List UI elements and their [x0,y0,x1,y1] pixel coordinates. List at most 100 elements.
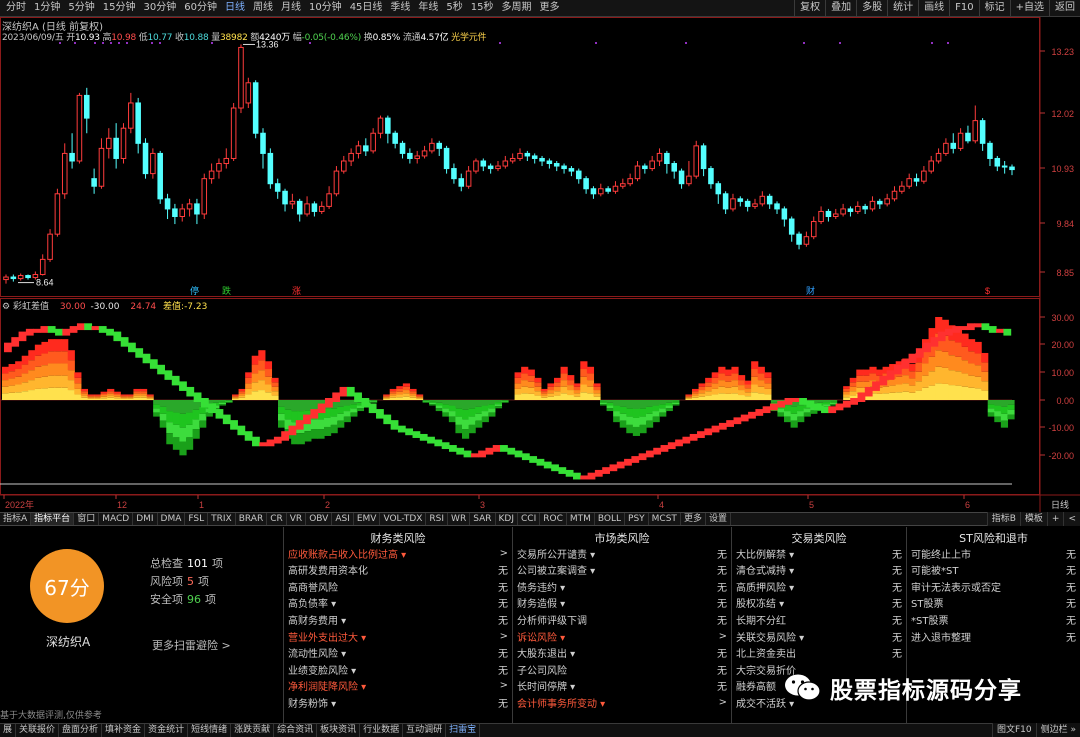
status-tab[interactable]: 行业数据 [360,724,404,737]
risk-item[interactable]: 高质押风险 ▾ 无 [736,578,902,594]
indicator-tab[interactable]: WR [448,513,471,525]
tool-button[interactable]: 返回 [1049,0,1080,16]
tool-button[interactable]: 复权 [794,0,825,16]
risk-item[interactable]: 诉讼风险 ▾ > [517,628,727,644]
period-tab[interactable]: 日线 [221,0,249,16]
indicator-tab[interactable]: VOL-TDX [380,513,427,525]
indicator-tab[interactable]: 指标平台 [31,513,75,525]
status-tab[interactable]: 短线情绪 [188,724,232,737]
status-tab[interactable]: 扫雷宝 [446,724,481,737]
risk-item[interactable]: 审计无法表示或否定 无 [911,578,1076,594]
risk-item[interactable]: 高财务费用 ▾ 无 [288,611,508,627]
indicator-right-button[interactable]: 指标B [986,512,1020,526]
period-tab[interactable]: 月线 [277,0,305,16]
risk-item[interactable]: ST股票 无 [911,595,1076,611]
risk-item[interactable]: 高研发费用资本化 无 [288,562,508,578]
period-tab[interactable]: 45日线 [346,0,387,16]
tool-button[interactable]: F10 [949,0,978,16]
risk-item[interactable]: 业绩变脸风险 ▾ 无 [288,661,508,677]
indicator-tab[interactable]: 更多 [681,513,706,525]
indicator-tab[interactable]: TRIX [208,513,236,525]
indicator-tab[interactable]: EMV [354,513,381,525]
status-right-button[interactable]: 图文F10 [991,723,1036,737]
risk-item[interactable]: 财务粉饰 ▾ 无 [288,694,508,710]
risk-item[interactable]: 应收账款占收入比例过高 ▾ > [288,545,508,561]
period-tab[interactable]: 5分钟 [64,0,98,16]
tool-button[interactable]: 画线 [918,0,949,16]
indicator-tab[interactable]: OBV [306,513,333,525]
risk-item[interactable]: 长期不分红 无 [736,611,902,627]
status-tab[interactable]: 填补资金 [102,724,146,737]
status-tab[interactable]: 涨跌贡献 [231,724,275,737]
period-tab[interactable]: 10分钟 [305,0,346,16]
status-tab[interactable]: 综合资讯 [274,724,318,737]
indicator-tab[interactable]: KDJ [496,513,518,525]
period-tab[interactable]: 1分钟 [30,0,64,16]
status-right-button[interactable]: 侧边栏 » [1035,723,1080,737]
indicator-tab[interactable]: PSY [625,513,649,525]
indicator-tab[interactable]: CCI [518,513,541,525]
indicator-tab[interactable]: RSI [426,513,449,525]
risk-item[interactable]: 关联交易风险 ▾ 无 [736,628,902,644]
indicator-right-button[interactable]: + [1046,512,1064,526]
risk-item[interactable]: 会计师事务所变动 ▾ > [517,694,727,710]
status-tab[interactable]: 互动调研 [403,724,447,737]
status-tab[interactable]: 展 [0,724,17,737]
risk-item[interactable]: 可能终止上市 无 [911,545,1076,561]
indicator-right-button[interactable]: 模板 [1019,512,1047,526]
indicator-tab[interactable]: FSL [185,513,209,525]
risk-item[interactable]: 子公司风险 无 [517,661,727,677]
risk-item[interactable]: 公司被立案调查 ▾ 无 [517,562,727,578]
tool-button[interactable]: 多股 [856,0,887,16]
risk-item[interactable]: *ST股票 无 [911,611,1076,627]
risk-item[interactable]: 营业外支出过大 ▾ > [288,628,508,644]
period-tab[interactable]: 15分钟 [99,0,140,16]
status-tab[interactable]: 板块资讯 [317,724,361,737]
indicator-right-button[interactable]: < [1063,512,1080,526]
risk-item[interactable]: 流动性风险 ▾ 无 [288,645,508,661]
period-tab[interactable]: 分时 [2,0,30,16]
quote-concept[interactable]: 光学元件 [451,33,486,43]
risk-item[interactable]: 高商誉风险 无 [288,578,508,594]
indicator-tab[interactable]: BOLL [595,513,626,525]
risk-item[interactable]: 高负债率 ▾ 无 [288,595,508,611]
tool-button[interactable]: 标记 [978,0,1010,16]
period-tab[interactable]: 5秒 [442,0,466,16]
status-tab[interactable]: 关联报价 [16,724,60,737]
indicator-tab[interactable]: 设置 [706,513,731,525]
risk-item[interactable]: 大股东退出 ▾ 无 [517,645,727,661]
risk-item[interactable]: 北上资金卖出 无 [736,645,902,661]
risk-item[interactable]: 分析师评级下调 无 [517,611,727,627]
period-tab[interactable]: 周线 [249,0,277,16]
risk-item[interactable]: 债务违约 ▾ 无 [517,578,727,594]
period-tab[interactable]: 多周期 [498,0,536,16]
period-tab[interactable]: 60分钟 [180,0,221,16]
risk-item[interactable]: 股权冻结 ▾ 无 [736,595,902,611]
indicator-tab[interactable]: MCST [649,513,681,525]
indicator-tab[interactable]: DMA [158,513,186,525]
tool-button[interactable]: 统计 [887,0,918,16]
risk-item[interactable]: 清仓式减持 ▾ 无 [736,562,902,578]
chart-area[interactable]: 13.23 12.02 10.93 9.84 8.85 13.36 8.64 停跌涨财 $30.… [0,17,1080,512]
risk-item[interactable]: 财务造假 ▾ 无 [517,595,727,611]
period-tab[interactable]: 30分钟 [139,0,180,16]
kline-chart[interactable]: 13.2312.0210.939.848.8513.368.64停跌涨财 $30.… [0,17,1080,512]
indicator-tab[interactable]: MACD [99,513,134,525]
tool-button[interactable]: 叠加 [825,0,856,16]
indicator-tab[interactable]: ROC [540,513,567,525]
period-tab[interactable]: 年线 [414,0,442,16]
risk-item[interactable]: 可能被*ST 无 [911,562,1076,578]
indicator-tab[interactable]: VR [287,513,307,525]
risk-item[interactable]: 交易所公开谴责 ▾ 无 [517,545,727,561]
status-tab[interactable]: 资金统计 [145,724,189,737]
indicator-settings-icon[interactable]: ⚙ [2,302,10,312]
risk-item[interactable]: 净利润陡降风险 ▾ > [288,678,508,694]
tool-button[interactable]: +自选 [1009,0,1049,16]
indicator-tab[interactable]: 指标A [0,513,32,525]
status-tab[interactable]: 盘面分析 [59,724,103,737]
indicator-tab[interactable]: MTM [567,513,595,525]
indicator-tab[interactable]: DMI [133,513,158,525]
indicator-tab[interactable]: SAR [470,513,496,525]
period-tab[interactable]: 更多 [536,0,564,16]
risk-item[interactable]: 进入退市整理 无 [911,628,1076,644]
